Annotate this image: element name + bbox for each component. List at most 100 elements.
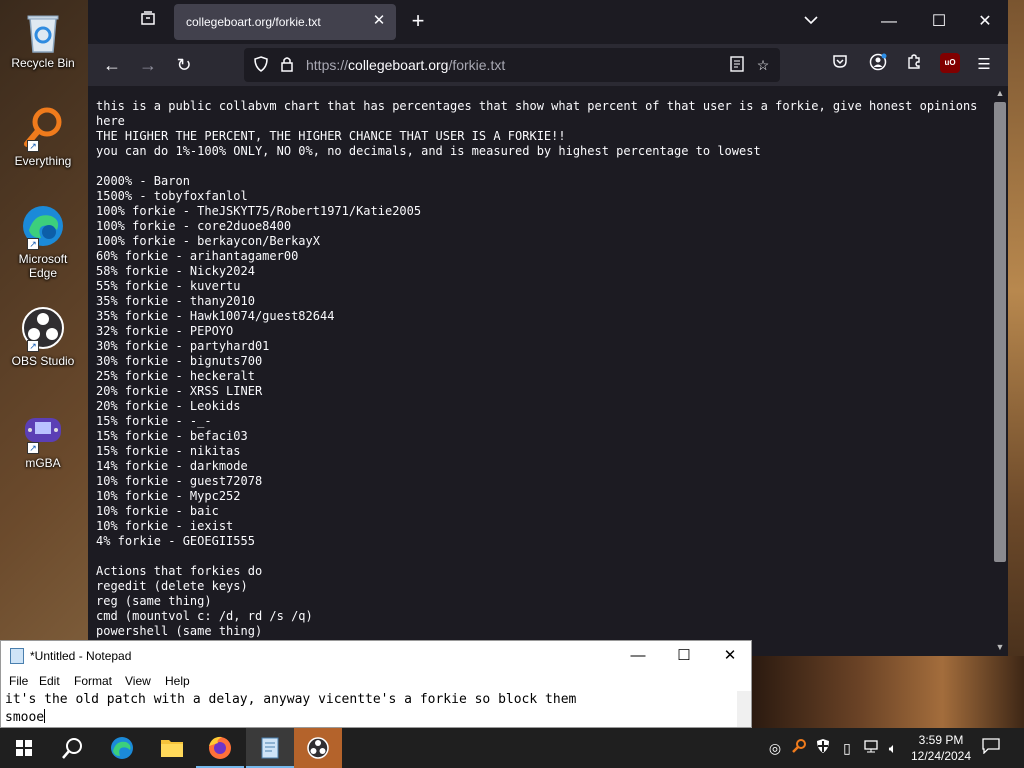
notepad-line: smooe bbox=[5, 710, 45, 725]
taskbar-edge-icon[interactable] bbox=[98, 728, 146, 768]
account-icon[interactable] bbox=[866, 53, 890, 77]
desktop-icon-edge[interactable]: ↗ Microsoft Edge bbox=[4, 204, 82, 280]
minimize-icon[interactable]: — bbox=[866, 6, 912, 38]
search-icon[interactable] bbox=[48, 728, 96, 768]
minimize-icon[interactable]: — bbox=[615, 641, 661, 671]
tray-defender-icon[interactable] bbox=[814, 738, 832, 758]
taskbar-explorer-icon[interactable] bbox=[148, 728, 196, 768]
shortcut-arrow-icon: ↗ bbox=[27, 340, 39, 352]
page-text-line: you can do 1%-100% ONLY, NO 0%, no decim… bbox=[96, 144, 761, 158]
url-domain: collegeboart.org bbox=[348, 57, 449, 73]
page-text-line: 20% forkie - XRSS LINER bbox=[96, 384, 263, 398]
taskbar-obs-icon[interactable] bbox=[294, 728, 342, 768]
menu-view[interactable]: View bbox=[125, 674, 151, 688]
desktop-icons: Recycle Bin ↗ Everything ↗ Microsoft Edg… bbox=[0, 0, 88, 728]
desktop-icon-obs[interactable]: ↗ OBS Studio bbox=[4, 306, 82, 368]
page-text-line: this is a public collabvm chart that has… bbox=[96, 99, 978, 113]
system-clock[interactable]: 3:59 PM 12/24/2024 bbox=[904, 732, 978, 764]
volume-icon[interactable]: 🔈︎ bbox=[884, 738, 902, 758]
scroll-down-icon[interactable]: ▼ bbox=[992, 640, 1008, 654]
pocket-icon[interactable] bbox=[828, 53, 852, 77]
desktop-icon-recycle-bin[interactable]: Recycle Bin bbox=[4, 8, 82, 70]
tray-usb-icon[interactable]: ▯ bbox=[838, 738, 856, 758]
menu-help[interactable]: Help bbox=[165, 674, 190, 688]
page-text-line: 30% forkie - bignuts700 bbox=[96, 354, 263, 368]
bookmark-star-icon[interactable]: ☆ bbox=[754, 56, 772, 74]
page-text-line: 60% forkie - arihantagamer00 bbox=[96, 249, 299, 263]
page-text-line: 15% forkie - -_- bbox=[96, 414, 212, 428]
tab-bar: collegeboart.org/forkie.txt ✕ + — ☐ ✕ bbox=[88, 0, 1008, 44]
menu-edit[interactable]: Edit bbox=[39, 674, 60, 688]
close-window-icon[interactable]: ✕ bbox=[707, 641, 753, 671]
shield-icon[interactable] bbox=[252, 56, 270, 74]
page-text: this is a public collabvm chart that has… bbox=[96, 99, 986, 639]
ublock-origin-icon[interactable]: uO bbox=[940, 53, 960, 73]
maximize-icon[interactable]: ☐ bbox=[916, 6, 962, 38]
url-bar[interactable]: https://collegeboart.org/forkie.txt ☆ bbox=[244, 48, 780, 82]
page-scrollbar[interactable]: ▲ ▼ bbox=[992, 86, 1008, 656]
scroll-thumb[interactable] bbox=[994, 102, 1006, 562]
forward-arrow-icon[interactable]: → bbox=[134, 52, 162, 78]
page-text-line: 1500% - tobyfoxfanlol bbox=[96, 189, 248, 203]
scroll-up-icon[interactable]: ▲ bbox=[992, 86, 1008, 100]
page-text-line: 100% forkie - berkaycon/BerkayX bbox=[96, 234, 320, 248]
page-text-line: 10% forkie - baic bbox=[96, 504, 219, 518]
page-text-line: 15% forkie - nikitas bbox=[96, 444, 241, 458]
network-icon[interactable] bbox=[862, 738, 880, 758]
maximize-icon[interactable]: ☐ bbox=[661, 641, 707, 671]
search-magnifier-icon: ↗ bbox=[21, 106, 65, 152]
desktop-icon-mgba[interactable]: ↗ mGBA bbox=[4, 408, 82, 470]
page-content: this is a public collabvm chart that has… bbox=[88, 86, 1008, 656]
page-text-line: regedit (delete keys) bbox=[96, 579, 248, 593]
taskbar-notepad-icon[interactable] bbox=[246, 728, 294, 768]
start-button[interactable] bbox=[0, 728, 48, 768]
page-text-line: 10% forkie - guest72078 bbox=[96, 474, 263, 488]
hamburger-menu-icon[interactable]: ☰ bbox=[972, 53, 996, 77]
notepad-window: *Untitled - Notepad — ☐ ✕ File Edit Form… bbox=[0, 640, 752, 728]
tab-list-icon[interactable] bbox=[134, 10, 162, 34]
desktop-icon-everything[interactable]: ↗ Everything bbox=[4, 106, 82, 168]
notification-icon[interactable] bbox=[982, 738, 1000, 758]
shortcut-arrow-icon: ↗ bbox=[27, 442, 39, 454]
reader-view-icon[interactable] bbox=[728, 56, 746, 74]
page-text-line: 25% forkie - heckeralt bbox=[96, 369, 255, 383]
taskbar: ◎ ▯ 🔈︎ 3:59 PM 12/24/2024 bbox=[0, 728, 1024, 768]
close-tab-icon[interactable]: ✕ bbox=[370, 12, 388, 30]
url-text: https://collegeboart.org/forkie.txt bbox=[306, 57, 505, 73]
close-window-icon[interactable]: ✕ bbox=[962, 6, 1008, 38]
obs-icon: ↗ bbox=[21, 306, 65, 352]
page-text-line: here bbox=[96, 114, 125, 128]
shortcut-arrow-icon: ↗ bbox=[27, 238, 39, 250]
notepad-title-bar[interactable]: *Untitled - Notepad — ☐ ✕ bbox=[1, 641, 751, 671]
menu-format[interactable]: Format bbox=[74, 674, 112, 688]
page-text-line bbox=[96, 549, 986, 564]
page-text-line: 100% forkie - core2duoe8400 bbox=[96, 219, 292, 233]
page-text-line: 20% forkie - Leokids bbox=[96, 399, 241, 413]
page-text-line: cmd (mountvol c: /d, rd /s /q) bbox=[96, 609, 313, 623]
desktop-icon-label: mGBA bbox=[25, 456, 61, 470]
page-text-line: powershell (same thing) bbox=[96, 624, 263, 638]
page-text-line: 4% forkie - GEOEGII555 bbox=[96, 534, 255, 548]
back-arrow-icon[interactable]: ← bbox=[98, 52, 126, 78]
tab-active[interactable]: collegeboart.org/forkie.txt ✕ bbox=[174, 4, 396, 40]
notepad-text-area[interactable]: it's the old patch with a delay, anyway … bbox=[1, 691, 737, 729]
menu-file[interactable]: File bbox=[9, 674, 28, 688]
gameboy-icon: ↗ bbox=[21, 408, 65, 454]
page-text-line: 10% forkie - Mypc252 bbox=[96, 489, 241, 503]
page-text-line: 35% forkie - Hawk10074/guest82644 bbox=[96, 309, 335, 323]
notepad-scrollbar[interactable] bbox=[737, 691, 751, 727]
extensions-puzzle-icon[interactable] bbox=[902, 53, 926, 77]
tray-everything-icon[interactable] bbox=[790, 738, 808, 758]
page-text-line: 58% forkie - Nicky2024 bbox=[96, 264, 255, 278]
desktop-wallpaper-bottom bbox=[752, 656, 1024, 728]
chevron-down-icon[interactable] bbox=[796, 12, 826, 32]
tray-obs-icon[interactable]: ◎ bbox=[766, 738, 784, 758]
page-text-line: 35% forkie - thany2010 bbox=[96, 294, 255, 308]
page-text-line: 32% forkie - PEPOYO bbox=[96, 324, 234, 338]
desktop-icon-label: Microsoft Edge bbox=[18, 252, 68, 280]
new-tab-icon[interactable]: + bbox=[406, 10, 430, 34]
reload-icon[interactable]: ↻ bbox=[170, 52, 198, 78]
lock-icon[interactable] bbox=[278, 56, 296, 74]
taskbar-firefox-icon[interactable] bbox=[196, 728, 244, 768]
page-text-line: 2000% - Baron bbox=[96, 174, 190, 188]
